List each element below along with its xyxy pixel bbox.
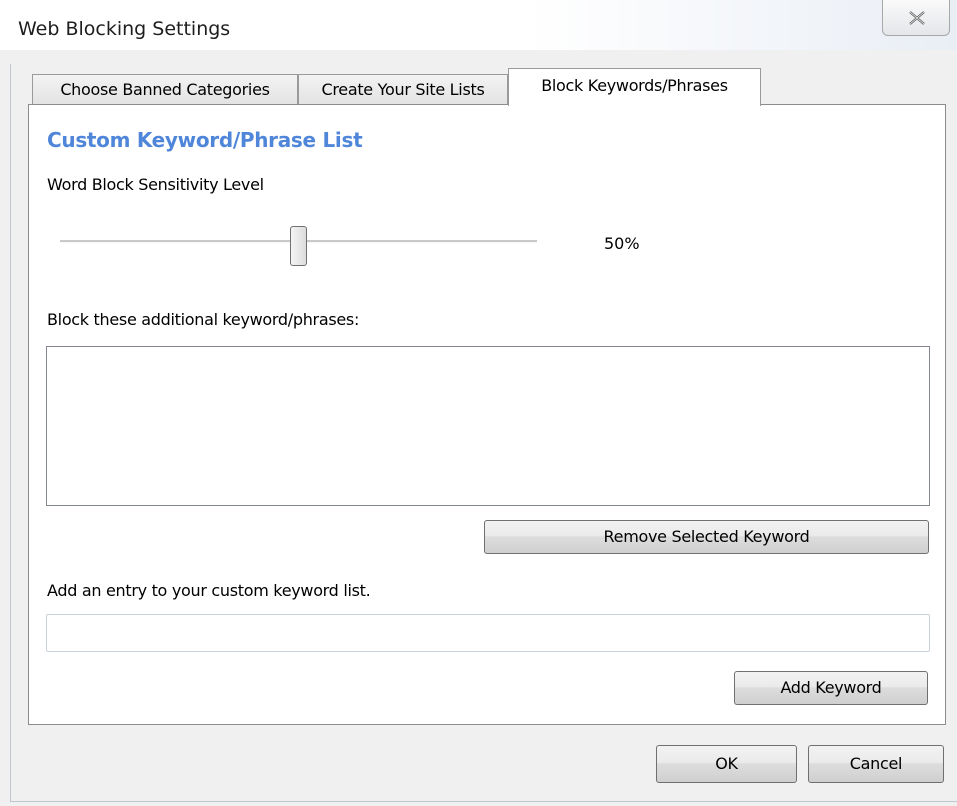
ok-button[interactable]: OK	[656, 745, 797, 783]
sensitivity-label: Word Block Sensitivity Level	[47, 175, 264, 194]
tab-create-your-site-lists[interactable]: Create Your Site Lists	[298, 74, 508, 104]
block-list-label: Block these additional keyword/phrases:	[47, 310, 360, 329]
web-blocking-settings-dialog: Web Blocking Settings Choose Banned Cate…	[0, 0, 957, 806]
keyword-entry-input[interactable]	[46, 614, 930, 652]
add-entry-label: Add an entry to your custom keyword list…	[47, 581, 371, 600]
close-button[interactable]	[882, 0, 950, 36]
tab-choose-banned-categories[interactable]: Choose Banned Categories	[32, 74, 298, 104]
cancel-button[interactable]: Cancel	[808, 745, 944, 783]
frame-border-bottom	[10, 801, 957, 802]
sensitivity-slider-thumb[interactable]	[290, 226, 307, 266]
remove-selected-keyword-button[interactable]: Remove Selected Keyword	[484, 520, 929, 554]
keyword-list-box[interactable]	[46, 346, 930, 506]
tab-block-keywords-phrases[interactable]: Block Keywords/Phrases	[508, 68, 761, 106]
sensitivity-value: 50%	[604, 234, 640, 253]
window-title: Web Blocking Settings	[18, 18, 231, 40]
frame-border-left	[10, 64, 11, 802]
close-icon	[909, 11, 925, 25]
section-heading: Custom Keyword/Phrase List	[47, 128, 363, 152]
add-keyword-button[interactable]: Add Keyword	[734, 671, 928, 705]
